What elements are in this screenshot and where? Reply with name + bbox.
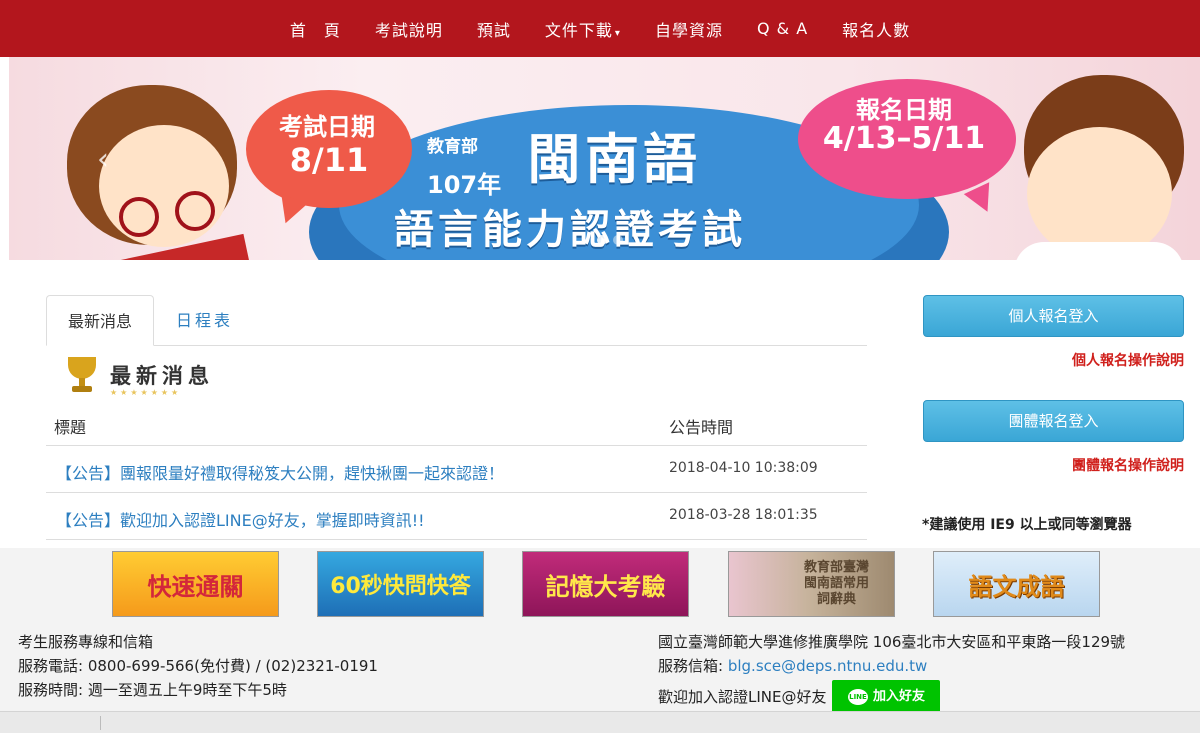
girl-glasses-left (119, 197, 159, 237)
trophy-icon (60, 353, 104, 397)
org-info: 國立臺灣師範大學進修推廣學院 106臺北市大安區和平東路一段129號 服務信箱:… (658, 630, 1125, 714)
email-label: 服務信箱: (658, 657, 724, 675)
exam-date-label: 考試日期 (279, 113, 375, 141)
line-button-label: 加入好友 (872, 689, 925, 704)
personal-login-button[interactable]: 個人報名登入 (923, 295, 1184, 337)
exam-date: 8/11 (289, 141, 369, 179)
girl-glasses-right (175, 191, 215, 231)
caret-down-icon: ▾ (614, 27, 621, 39)
tab-schedule[interactable]: 日程表 (176, 295, 233, 346)
carousel-dot-2[interactable] (613, 235, 623, 245)
stars-decoration-icon: ★★★★★★★ (110, 388, 182, 397)
org-address: 106臺北市大安區和平東路一段129號 (872, 633, 1126, 651)
column-time: 公告時間 (669, 418, 734, 437)
nav-exam-info[interactable]: 考試說明 (375, 17, 443, 41)
service-hours-row: 服務時間: 週一至週五上午9時至下午5時 (18, 678, 378, 702)
nav-qa[interactable]: Q & A (757, 19, 808, 38)
ad-memory-test[interactable]: 記憶大考驗 (522, 551, 689, 617)
boy-face (1027, 127, 1172, 260)
news-section-title: 最新消息 (110, 364, 214, 388)
nav-pretest[interactable]: 預試 (477, 17, 511, 41)
ad-label: 教育部臺灣閩南語常用詞辭典 (803, 560, 869, 607)
carousel-dot-1[interactable] (597, 235, 607, 245)
banner-subtitle: 語言能力認證考試 (394, 207, 746, 253)
org-name: 國立臺灣師範大學進修推廣學院 (658, 633, 869, 651)
register-date-label: 報名日期 (856, 96, 952, 124)
ad-idioms[interactable]: 語文成語 (933, 551, 1100, 617)
news-tabs: 最新消息 日程表 (46, 295, 867, 346)
email-row: 服務信箱: blg.sce@deps.ntnu.edu.tw (658, 654, 1125, 678)
news-time: 2018-04-10 10:38:09 (669, 460, 818, 476)
ad-label: 語文成語 (968, 572, 1065, 601)
register-date: 4/13–5/11 (822, 121, 986, 156)
line-add-friend-button[interactable]: LINE 加入好友 (832, 680, 941, 714)
footer: 快速通關 60秒快問快答 記憶大考驗 教育部臺灣閩南語常用詞辭典 語文成語 考生… (0, 548, 1200, 714)
ad-label: 快速通關 (147, 572, 244, 601)
line-row: 歡迎加入認證LINE@好友 LINE 加入好友 (658, 680, 1125, 714)
banner-year: 107年 (427, 171, 502, 199)
hours-value: 週一至週五上午9時至下午5時 (87, 681, 287, 699)
ad-label: 60秒快問快答 (330, 574, 471, 599)
service-title: 考生服務專線和信箱 (18, 633, 154, 651)
ad-dictionary[interactable]: 教育部臺灣閩南語常用詞辭典 (728, 551, 895, 617)
ad-60s-quiz[interactable]: 60秒快問快答 (317, 551, 484, 617)
line-icon: LINE (847, 689, 868, 705)
banner-ministry: 教育部 (427, 137, 478, 157)
service-info: 考生服務專線和信箱 服務電話: 0800-699-566(免付費) / (02)… (18, 630, 378, 702)
hero-banner[interactable]: 考試日期 8/11 報名日期 4/13–5/11 教育部 107年 閩南語 語言… (9, 57, 1200, 260)
carousel-dots (597, 235, 623, 245)
hours-label: 服務時間: (18, 681, 84, 699)
boy-shirt (1014, 242, 1184, 260)
news-title-link[interactable]: 【公告】歡迎加入認證LINE@好友，掌握即時資訊!! (56, 507, 425, 531)
ad-label: 記憶大考驗 (545, 572, 666, 601)
bottom-divider (100, 716, 101, 730)
news-table: 標題 公告時間 【公告】團報限量好禮取得秘笈大公開，趕快揪團一起來認證！ 201… (46, 402, 867, 540)
news-title-link[interactable]: 【公告】團報限量好禮取得秘笈大公開，趕快揪團一起來認證！ (56, 460, 504, 484)
browser-note: *建議使用 IE9 以上或同等瀏覽器 (922, 517, 1132, 533)
personal-help-link[interactable]: 個人報名操作說明 (1072, 350, 1184, 370)
carousel-prev-icon[interactable]: ‹ (97, 142, 109, 177)
nav-downloads[interactable]: 文件下載 ▾ (545, 17, 621, 41)
bottom-bar (0, 711, 1200, 733)
table-row: 【公告】歡迎加入認證LINE@好友，掌握即時資訊!! 2018-03-28 18… (46, 493, 867, 540)
line-text: 歡迎加入認證LINE@好友 (658, 688, 827, 706)
top-nav: 首 頁 考試說明 預試 文件下載 ▾ 自學資源 Q & A 報名人數 (0, 0, 1200, 57)
column-title: 標題 (54, 418, 87, 437)
nav-home[interactable]: 首 頁 (290, 17, 341, 41)
group-login-button[interactable]: 團體報名登入 (923, 400, 1184, 442)
phone-label: 服務電話: (18, 657, 84, 675)
nav-downloads-label: 文件下載 (544, 20, 613, 40)
news-time: 2018-03-28 18:01:35 (669, 507, 818, 523)
phone-value: 0800-699-566(免付費) / (02)2321-0191 (87, 657, 378, 675)
girl-face (99, 125, 229, 247)
news-table-header: 標題 公告時間 (46, 402, 867, 446)
tab-latest-news[interactable]: 最新消息 (46, 295, 154, 346)
service-phone-row: 服務電話: 0800-699-566(免付費) / (02)2321-0191 (18, 654, 378, 678)
email-link[interactable]: blg.sce@deps.ntnu.edu.tw (728, 657, 927, 675)
banner-title: 閩南語 (527, 128, 701, 191)
nav-registration-count[interactable]: 報名人數 (842, 17, 910, 41)
nav-self-study[interactable]: 自學資源 (655, 17, 723, 41)
ad-quick-pass[interactable]: 快速通關 (112, 551, 279, 617)
table-row: 【公告】團報限量好禮取得秘笈大公開，趕快揪團一起來認證！ 2018-04-10 … (46, 446, 867, 493)
group-help-link[interactable]: 團體報名操作說明 (1072, 455, 1184, 475)
org-row: 國立臺灣師範大學進修推廣學院 106臺北市大安區和平東路一段129號 (658, 630, 1125, 654)
